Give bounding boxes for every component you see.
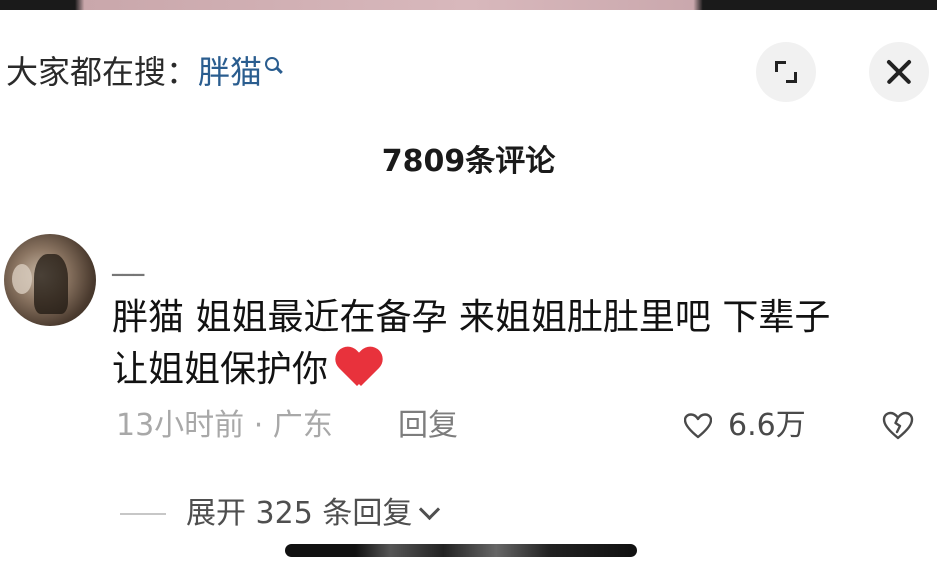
comment-text-line-2-wrap: 让姐姐保护你 <box>112 344 922 396</box>
top-status-strip <box>0 0 937 10</box>
comment-text: 胖猫 姐姐最近在备孕 来姐姐肚肚里吧 下辈子 让姐姐保护你 <box>112 292 922 396</box>
expand-replies-button[interactable]: 展开 325 条回复 <box>186 492 441 536</box>
home-indicator <box>285 544 637 557</box>
expand-replies-divider <box>120 513 166 515</box>
comment-text-line-2: 让姐姐保护你 <box>112 349 329 390</box>
avatar[interactable] <box>4 234 96 326</box>
red-heart-emoji <box>336 348 382 388</box>
comment-text-line-1: 胖猫 姐姐最近在备孕 来姐姐肚肚里吧 下辈子 <box>112 297 831 338</box>
expand-icon <box>775 61 797 83</box>
reply-button[interactable]: 回复 <box>398 404 458 448</box>
expand-replies-label: 展开 325 条回复 <box>186 496 413 531</box>
close-icon <box>884 57 914 87</box>
expand-button[interactable] <box>756 42 816 102</box>
comment-count-title: 7809条评论 <box>381 144 556 179</box>
search-hint-prefix: 大家都在搜： <box>6 53 199 91</box>
broken-heart-dislike-icon[interactable] <box>882 410 914 442</box>
comment-time-location: 13小时前 · 广东 <box>116 408 333 443</box>
search-hint-keyword[interactable]: 胖猫 <box>198 53 262 91</box>
comment-username[interactable]: ▔▔▔ <box>112 276 144 290</box>
close-button[interactable] <box>869 42 929 102</box>
search-hint[interactable]: 大家都在搜：胖猫 <box>6 52 284 92</box>
heart-like-icon[interactable] <box>684 413 712 439</box>
chevron-down-icon <box>419 498 441 521</box>
like-count: 6.6万 <box>728 408 806 443</box>
search-icon[interactable] <box>264 56 284 76</box>
